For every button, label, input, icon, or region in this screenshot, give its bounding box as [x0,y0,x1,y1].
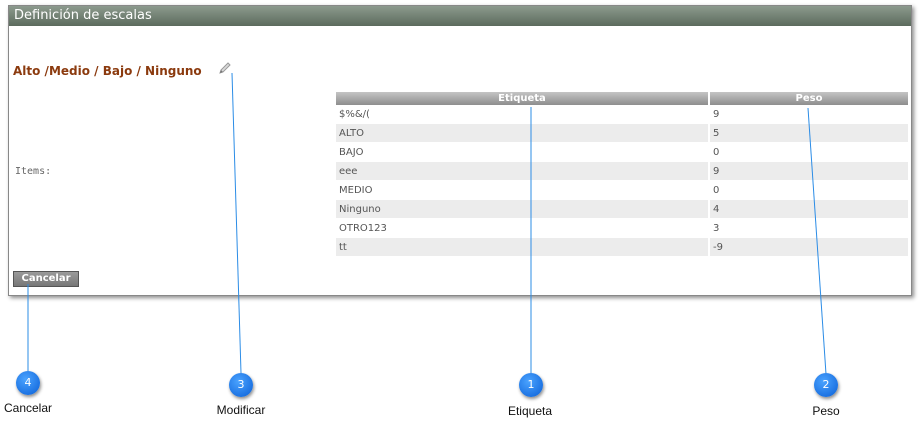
callout-badge-3: 3 [229,373,253,397]
callout-lines [27,72,827,375]
callout-label-cancelar: Cancelar [3,401,53,415]
callout-badge-1: 1 [519,373,543,397]
callout-line-peso [807,107,827,375]
callout-badge-2: 2 [814,373,838,397]
callout-label-modificar: Modificar [216,403,266,417]
callout-label-etiqueta: Etiqueta [507,404,553,418]
callout-badge-4: 4 [16,371,40,395]
callout-line-modificar [231,72,242,374]
callout-label-peso: Peso [812,404,840,418]
